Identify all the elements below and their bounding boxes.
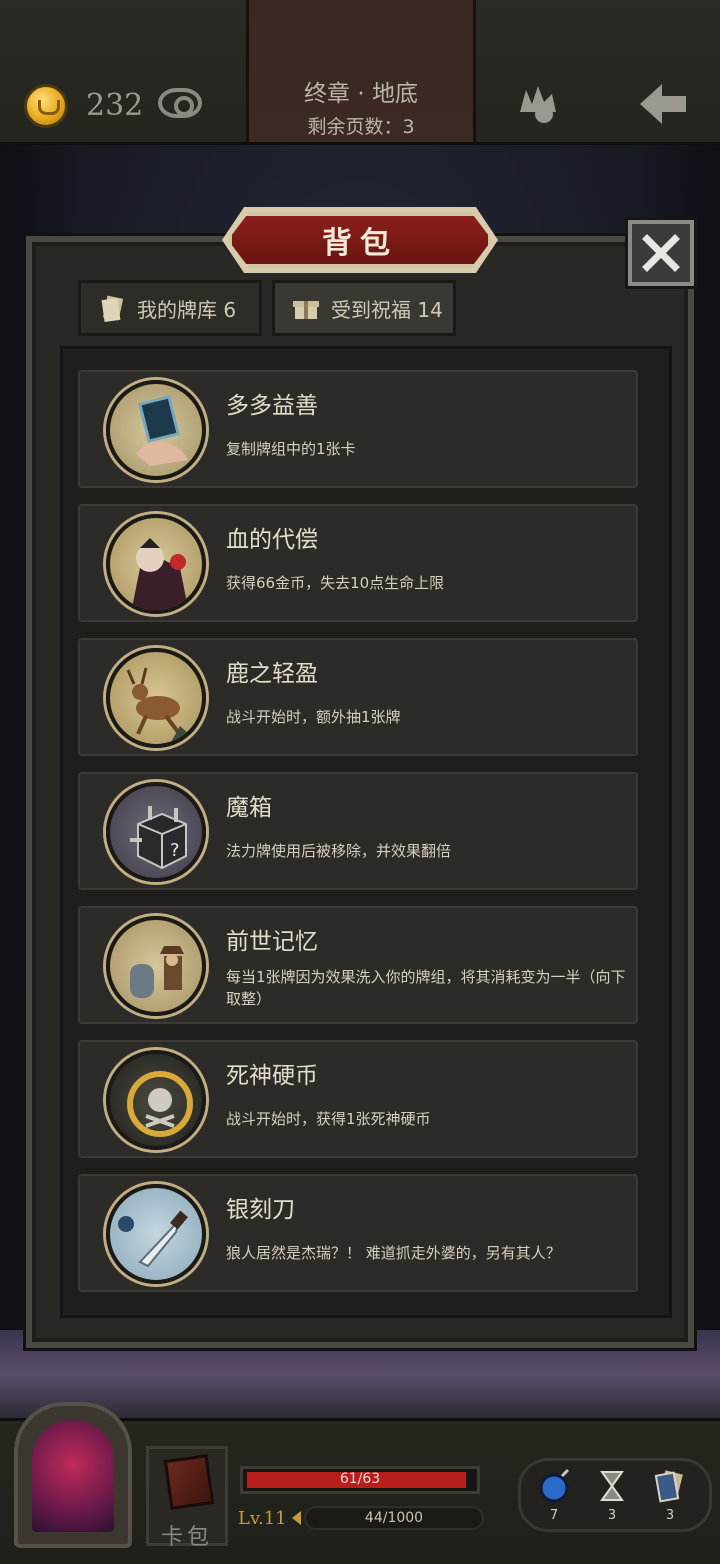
- resource-count: 3: [607, 1508, 617, 1523]
- hp-text: 61/63: [339, 1471, 381, 1487]
- tab-my-deck-label: 我的牌库 6: [137, 297, 237, 322]
- hourglass-icon: [600, 1471, 624, 1501]
- card-stack-icon: [654, 1470, 683, 1503]
- item-description: 战斗开始时，额外抽1张牌: [226, 708, 401, 726]
- campfire-pet-icon[interactable]: [512, 82, 562, 124]
- blessing-item[interactable]: 多多益善 复制牌组中的1张卡: [78, 370, 638, 488]
- resource-bomb[interactable]: 7: [534, 1466, 574, 1536]
- xp-bar: 44/1000: [304, 1506, 484, 1530]
- item-description: 法力牌使用后被移除，并效果翻倍: [226, 842, 452, 860]
- hero-avatar: [32, 1420, 114, 1532]
- deer-icon: [106, 648, 206, 748]
- chapter-info: 终章 · 地底 剩余页数：3: [246, 0, 476, 142]
- gift-box-icon: [293, 301, 319, 319]
- tab-blessings-label: 受到祝福 14: [331, 297, 443, 322]
- vampire-icon: [106, 514, 206, 614]
- item-description: 获得66金币，失去10点生命上限: [226, 574, 445, 592]
- item-title: 死神硬币: [226, 1063, 318, 1089]
- blessing-item[interactable]: ? 魔箱 法力牌使用后被移除，并效果翻倍: [78, 772, 638, 890]
- magic-box-icon: ?: [106, 782, 206, 882]
- card-pack-icon: [163, 1454, 215, 1510]
- resource-hourglass[interactable]: 3: [592, 1466, 632, 1536]
- item-description: 战斗开始时，获得1张死神硬币: [226, 1110, 431, 1128]
- blessing-item[interactable]: 前世记忆 每当1张牌因为效果洗入你的牌组，将其消耗变为一半（向下取整）: [78, 906, 638, 1024]
- close-icon: [642, 234, 680, 272]
- blessing-item[interactable]: 死神硬币 战斗开始时，获得1张死神硬币: [78, 1040, 638, 1158]
- chapter-title: 终章 · 地底: [304, 81, 418, 107]
- card-pack-label: 卡包: [160, 1525, 213, 1550]
- item-title: 血的代偿: [226, 527, 318, 553]
- xp-text: 44/1000: [364, 1510, 424, 1526]
- gold-coin-icon: [24, 84, 68, 128]
- resource-count: 3: [665, 1508, 675, 1523]
- pages-remaining: 剩余页数：3: [307, 116, 415, 138]
- item-title: 鹿之轻盈: [226, 661, 318, 687]
- item-title: 银刻刀: [226, 1197, 295, 1223]
- hunter-grave-icon: [106, 916, 206, 1016]
- item-title: 前世记忆: [226, 929, 318, 955]
- item-description: 狼人居然是杰瑞？！ 难道抓走外婆的，另有其人？: [226, 1244, 561, 1262]
- eye-icon[interactable]: [158, 88, 202, 118]
- hero-portrait[interactable]: [14, 1402, 132, 1548]
- level-text: Lv.11: [238, 1508, 287, 1529]
- svg-text:?: ?: [170, 840, 180, 861]
- tab-blessings[interactable]: 受到祝福 14: [272, 280, 456, 336]
- close-button[interactable]: [628, 220, 694, 286]
- silver-knife-icon: [106, 1184, 206, 1284]
- blessing-item[interactable]: 血的代偿 获得66金币，失去10点生命上限: [78, 504, 638, 622]
- hp-bar: 61/63: [240, 1466, 480, 1494]
- resource-cards[interactable]: 3: [650, 1466, 690, 1536]
- top-bar: 232 终章 · 地底 剩余页数：3: [0, 0, 720, 145]
- item-description: 复制牌组中的1张卡: [226, 440, 356, 458]
- gold-amount: 232: [86, 88, 144, 123]
- death-coin-icon: [106, 1050, 206, 1150]
- item-description: 每当1张牌因为效果洗入你的牌组，将其消耗变为一半（向下取整）: [226, 968, 626, 1008]
- blessing-item[interactable]: 银刻刀 狼人居然是杰瑞？！ 难道抓走外婆的，另有其人？: [78, 1174, 638, 1292]
- back-arrow-icon[interactable]: [636, 80, 690, 128]
- blessing-item[interactable]: 鹿之轻盈 战斗开始时，额外抽1张牌: [78, 638, 638, 756]
- tab-my-deck[interactable]: 我的牌库 6: [78, 280, 262, 336]
- copy-card-icon: [106, 380, 206, 480]
- panel-title: 背包: [322, 226, 398, 261]
- xp-arrow-icon: [292, 1511, 301, 1525]
- bomb-icon: [539, 1468, 570, 1503]
- card-pack-button[interactable]: 卡包: [146, 1446, 228, 1550]
- resource-count: 7: [549, 1508, 559, 1523]
- item-title: 多多益善: [226, 393, 318, 419]
- cards-icon: [101, 295, 124, 323]
- item-title: 魔箱: [226, 795, 272, 821]
